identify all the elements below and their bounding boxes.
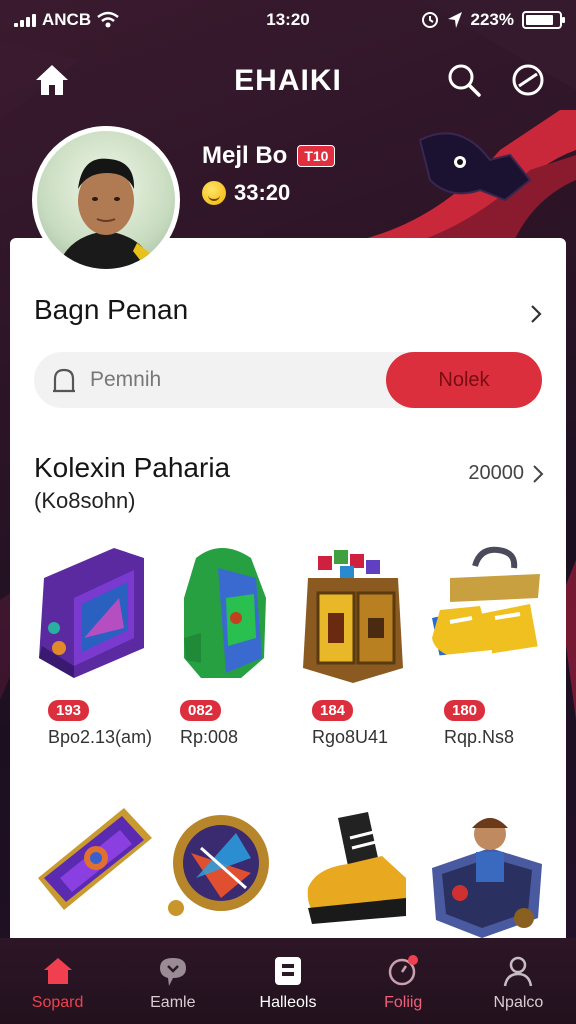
profile-name: Mejl Bo [202,142,288,169]
collection-item[interactable] [288,798,418,948]
search-submit-button[interactable]: Nolek [386,352,542,408]
location-icon [447,12,462,28]
item-price: 184 [312,700,354,721]
collection-item[interactable] [24,798,154,948]
toy-crate-icon [420,798,550,948]
treasure-chest-icon [288,538,418,688]
collection-title: Kolexin Paharia [34,452,231,483]
section-header[interactable]: Bagn Penan [34,294,544,334]
section-title: Bagn Penan [34,294,189,325]
coin-amount: 33:20 [234,180,291,205]
item-price: 082 [180,700,222,721]
nav-label: Halleols [259,994,317,1011]
bottom-navigation: Sopard Eamle Halleols Foliig Npalco [0,938,576,1024]
yellow-boot-icon [288,798,418,948]
chat-icon [159,958,186,986]
arcade-box-icon [24,538,154,688]
collection-item[interactable] [420,798,550,948]
profile-name-row: Mejl Bo T10 [202,142,336,170]
item-name: Rp:008 [180,727,239,747]
home-icon [43,958,72,984]
collection-item[interactable]: 082 Rp:008 [156,538,286,748]
bag-icon [275,957,301,985]
search-icon [448,64,481,97]
search-button[interactable] [444,60,484,100]
nav-item-chat[interactable]: Eamle [115,938,230,1024]
item-price: 193 [48,700,90,721]
nav-item-bag[interactable]: Halleols [230,938,345,1024]
search-bar: Nolek [34,352,542,408]
chevron-right-icon [533,464,544,483]
battery-icon [522,11,565,29]
collection-item[interactable]: 193 Bpo2.13(am) [24,538,154,748]
search-field-icon [53,368,75,393]
notification-icon [388,955,419,986]
nav-label: Eamle [150,994,196,1011]
app-title: EHAIKI [234,64,342,97]
compass-icon [512,64,544,96]
top-app-bar: EHAIKI [0,52,576,108]
search-input[interactable] [90,352,380,408]
item-name: Rgo8U41 [312,727,389,747]
profile-icon [504,956,533,987]
nav-label: Npalco [493,994,544,1011]
collection-see-all[interactable]: 20000 [468,462,544,485]
item-name: Bpo2.13(am) [48,727,153,747]
content-card: Bagn Penan Nolek Kolexin Paharia (Ko8soh… [10,238,566,958]
level-badge: T10 [297,145,336,167]
nav-label: Foliig [384,994,423,1011]
nav-label: Sopard [31,994,84,1011]
alarm-icon [421,12,438,28]
item-price: 180 [444,700,486,721]
compass-button[interactable] [508,60,548,100]
collection-item[interactable]: 184 Rgo8U41 [288,538,418,748]
magic-orb-icon [156,798,286,948]
yellow-sneakers-icon [420,538,550,688]
green-armor-icon [156,538,286,688]
coin-balance: 33:20 [202,180,290,206]
avatar[interactable] [32,126,180,274]
nav-item-home[interactable]: Sopard [0,938,115,1024]
collection-subtitle: (Ko8sohn) [34,488,136,513]
chevron-right-icon [531,305,542,323]
collection-item[interactable] [156,798,286,948]
collection-item[interactable]: 180 Rqp.Ns8 [420,538,550,748]
battery-percent: 223% [470,10,514,29]
coin-icon [202,181,226,205]
nav-item-profile[interactable]: Npalco [461,938,576,1024]
item-name: Rqp.Ns8 [444,727,515,747]
purple-card-icon [24,798,154,948]
status-bar: ANCB 13:20 223% [0,0,576,40]
collection-count: 20000 [468,462,524,484]
battery-level [526,15,554,25]
horse-mascot-art [360,110,576,250]
nav-item-notifications[interactable]: Foliig [346,938,461,1024]
